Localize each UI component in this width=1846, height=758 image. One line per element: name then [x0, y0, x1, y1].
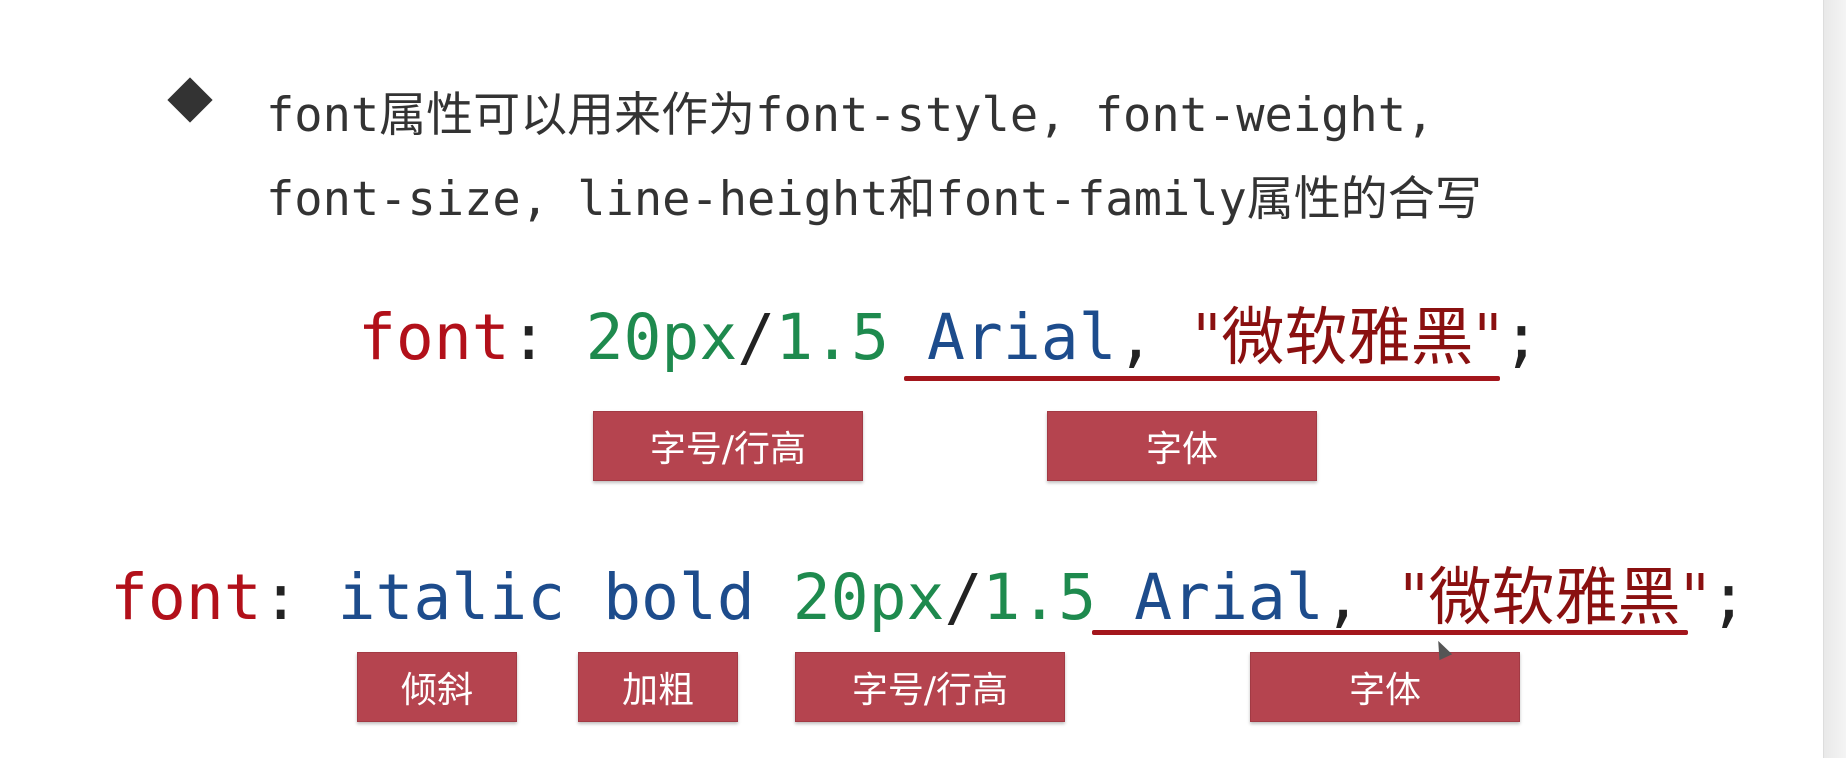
tag-font-family: 字体 [1047, 411, 1317, 481]
code-slash: / [944, 561, 983, 634]
code-font-family-cn: "微软雅黑" [1192, 301, 1503, 374]
description-line-2: font-size, line-height和font-family属性的合写 [266, 172, 1482, 227]
slide: font属性可以用来作为font-style, font-weight, fon… [0, 0, 1846, 758]
code-property: font [110, 561, 262, 634]
code-slash: / [737, 301, 776, 374]
code-colon: : [509, 301, 586, 374]
code-example-1: font: 20px/1.5 Arial, "微软雅黑"; [358, 306, 1540, 369]
code-property: font [358, 301, 510, 374]
tag-bold: 加粗 [578, 652, 738, 722]
code-example-2: font: italic bold 20px/1.5 Arial, "微软雅黑"… [110, 566, 1748, 629]
code-font-family: Arial [1134, 561, 1324, 634]
code-semicolon: ; [1709, 561, 1748, 634]
code-font-style: italic [337, 561, 566, 634]
code-comma: , [1116, 301, 1193, 374]
code-font-weight: bold [603, 561, 755, 634]
description-line-1: font属性可以用来作为font-style, font-weight, [266, 88, 1435, 143]
code-colon: : [261, 561, 338, 634]
scrollbar[interactable] [1823, 0, 1846, 758]
code-line-height: 1.5 [982, 561, 1097, 634]
tag-font-family: 字体 [1250, 652, 1520, 722]
font-family-underline [904, 376, 1500, 381]
tag-size-line-height: 字号/行高 [593, 411, 863, 481]
code-font-size: 20px [792, 561, 945, 634]
code-comma: , [1323, 561, 1400, 634]
tag-size-line-height: 字号/行高 [795, 652, 1065, 722]
code-font-family-cn: "微软雅黑" [1399, 561, 1710, 634]
code-semicolon: ; [1502, 301, 1541, 374]
code-font-family: Arial [926, 301, 1117, 374]
tag-italic: 倾斜 [357, 652, 517, 722]
code-line-height: 1.5 [775, 301, 890, 374]
font-family-underline [1092, 630, 1688, 635]
bullet-diamond-icon [167, 77, 213, 123]
code-font-size: 20px [585, 301, 738, 374]
